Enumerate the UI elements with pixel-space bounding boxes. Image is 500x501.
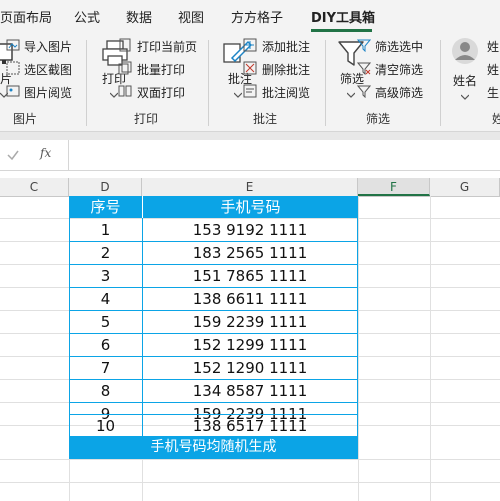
table-cell-phone[interactable]: 183 2565 1111 — [142, 242, 358, 264]
table-border — [69, 402, 358, 403]
column-header-d[interactable]: D — [69, 178, 142, 196]
filter-group-label: 筛选 — [366, 112, 391, 126]
tab-page-layout[interactable]: 页面布局 — [0, 7, 52, 26]
table-cell-index[interactable]: 3 — [69, 265, 142, 287]
table-border — [142, 218, 143, 436]
view-comment-icon — [243, 84, 257, 98]
advanced-filter-icon — [357, 85, 371, 98]
tab-formulas[interactable]: 公式 — [74, 7, 100, 26]
table-cell-phone[interactable]: 152 1299 1111 — [142, 334, 358, 356]
table-cell-index[interactable]: 5 — [69, 311, 142, 333]
name-group-label: 姓 — [492, 112, 500, 126]
table-header-index[interactable]: 序号 — [69, 196, 142, 218]
delete-comment-icon — [243, 61, 257, 75]
picture-view-icon — [6, 85, 20, 97]
table-border — [357, 196, 358, 459]
table-cell-phone[interactable]: 151 7865 1111 — [142, 265, 358, 287]
tab-diy-toolbox[interactable]: DIY工具箱 — [311, 7, 375, 26]
name-item[interactable]: 姓 — [487, 61, 499, 78]
table-cell-index[interactable]: 4 — [69, 288, 142, 310]
table-border — [69, 196, 70, 459]
tab-view[interactable]: 视图 — [178, 7, 204, 26]
batch-print-icon — [118, 61, 132, 75]
formula-bar: fx — [0, 140, 500, 171]
gridline — [0, 459, 500, 460]
filter-selected-icon — [357, 39, 371, 52]
group-divider — [325, 40, 326, 126]
clear-filter-button[interactable]: 清空筛选 — [375, 61, 423, 78]
advanced-filter-button[interactable]: 高级筛选 — [375, 84, 423, 101]
table-cell-phone[interactable]: 138 6611 1111 — [142, 288, 358, 310]
gridline — [0, 482, 500, 483]
table-cell-phone[interactable]: 152 1290 1111 — [142, 357, 358, 379]
chevron-down-icon — [110, 92, 118, 98]
table-border — [69, 379, 358, 380]
group-divider — [440, 40, 441, 126]
table-cell-phone[interactable]: 153 9192 1111 — [142, 219, 358, 241]
column-header-e[interactable]: E — [142, 178, 358, 196]
screenshot-icon — [6, 61, 20, 75]
table-cell-index[interactable]: 8 — [69, 380, 142, 402]
add-comment-button[interactable]: 添加批注 — [262, 38, 310, 55]
import-picture-button[interactable]: 导入图片 — [24, 38, 72, 55]
table-header-phone[interactable]: 手机号码 — [142, 196, 358, 218]
table-border — [69, 310, 358, 311]
duplex-print-icon — [118, 85, 132, 97]
tab-data[interactable]: 数据 — [126, 7, 152, 26]
table-border — [69, 287, 358, 288]
clear-filter-icon — [357, 62, 371, 75]
column-header-g[interactable]: G — [430, 178, 500, 196]
import-picture-icon — [6, 39, 20, 51]
table-cell-phone[interactable]: 134 8587 1111 — [142, 380, 358, 402]
name-item[interactable]: 姓 — [487, 38, 499, 55]
print-current-page-button[interactable]: 打印当前页 — [137, 38, 197, 55]
ribbon: 片 导入图片 选区截图 图片阅览 图片 打印 打印当前页 批量打印 双面打印 打… — [0, 32, 500, 132]
table-border — [69, 356, 358, 357]
table-border — [69, 241, 358, 242]
table-cell-index[interactable]: 2 — [69, 242, 142, 264]
ribbon-spacer — [0, 132, 500, 140]
picture-group-label: 图片 — [13, 112, 38, 126]
group-divider — [208, 40, 209, 126]
duplex-print-button[interactable]: 双面打印 — [137, 84, 185, 101]
ribbon-tabs: 页面布局 公式 数据 视图 方方格子 DIY工具箱 — [0, 0, 500, 32]
table-cell-phone[interactable]: 138 6517 1111 — [142, 415, 358, 437]
fx-icon[interactable]: fx — [40, 146, 51, 160]
table-cell-phone[interactable]: 159 2239 1111 — [142, 311, 358, 333]
name-item[interactable]: 生 — [487, 84, 499, 101]
chevron-down-icon — [234, 92, 242, 98]
add-comment-icon — [243, 38, 257, 52]
table-cell-index[interactable]: 7 — [69, 357, 142, 379]
table-border — [69, 333, 358, 334]
table-border — [69, 414, 358, 415]
table-border — [69, 264, 358, 265]
name-large-label[interactable]: 姓名 — [453, 72, 477, 89]
column-header-c[interactable]: C — [0, 178, 69, 196]
filter-selected-button[interactable]: 筛选选中 — [375, 38, 423, 55]
chevron-down-icon — [461, 94, 469, 100]
check-icon[interactable] — [6, 148, 20, 162]
chevron-down-icon — [347, 92, 355, 98]
picture-viewer-button[interactable]: 图片阅览 — [24, 84, 72, 101]
table-cell-index[interactable]: 6 — [69, 334, 142, 356]
print-group-label: 打印 — [134, 112, 159, 126]
formula-divider — [68, 140, 69, 170]
group-divider — [86, 40, 87, 126]
batch-print-button[interactable]: 批量打印 — [137, 61, 185, 78]
comment-group-label: 批注 — [253, 112, 278, 126]
delete-comment-button[interactable]: 删除批注 — [262, 61, 310, 78]
person-icon[interactable] — [450, 36, 480, 68]
selection-screenshot-button[interactable]: 选区截图 — [24, 61, 72, 78]
tab-fangfang[interactable]: 方方格子 — [231, 7, 283, 26]
comment-viewer-button[interactable]: 批注阅览 — [262, 84, 310, 101]
table-footer-note[interactable]: 手机号码均随机生成 — [69, 436, 358, 459]
column-headers: C D E F G — [0, 178, 500, 197]
column-header-f[interactable]: F — [358, 178, 430, 196]
table-cell-index[interactable]: 10 — [69, 415, 142, 437]
print-page-icon — [119, 38, 131, 52]
table-cell-index[interactable]: 1 — [69, 219, 142, 241]
